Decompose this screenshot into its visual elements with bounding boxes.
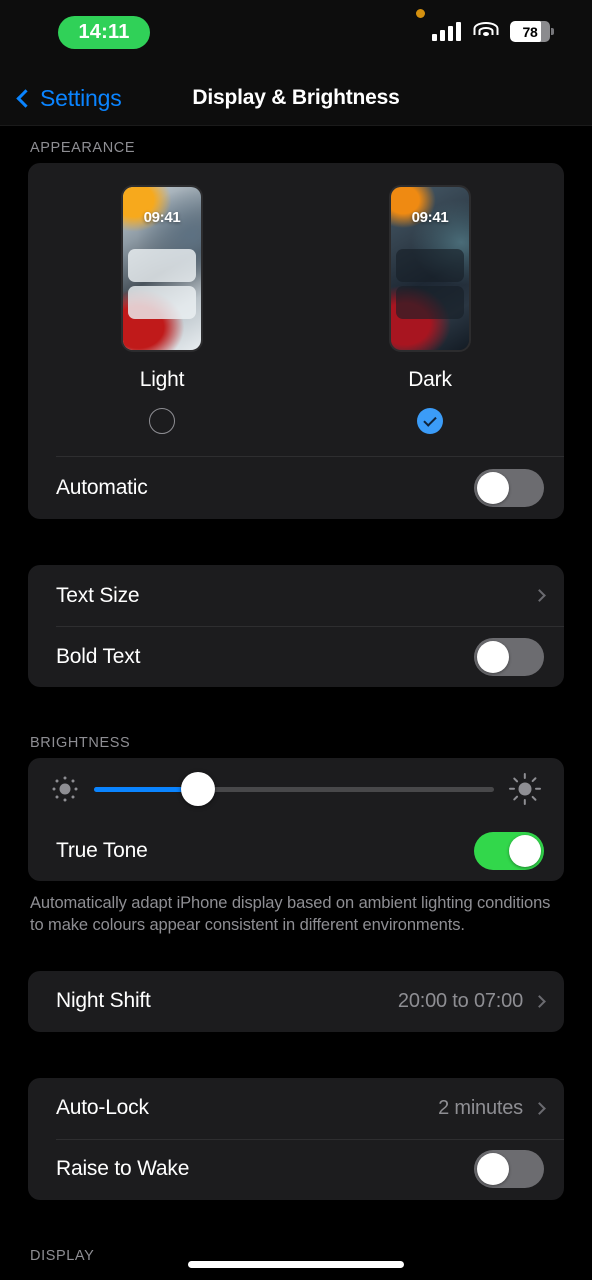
row-true-tone[interactable]: True Tone [28, 820, 564, 881]
automatic-toggle[interactable] [474, 468, 544, 507]
checkmark-icon [423, 412, 437, 427]
preview-notification-card [128, 249, 196, 282]
bold-text-label: Bold Text [56, 644, 141, 668]
row-night-shift[interactable]: Night Shift 20:00 to 07:00 [28, 971, 564, 1032]
sun-small-icon [50, 774, 80, 804]
row-text-size[interactable]: Text Size [28, 565, 564, 626]
chevron-right-icon [533, 994, 546, 1008]
light-radio-button[interactable] [149, 408, 175, 434]
preview-notification-card [396, 249, 464, 282]
raise-to-wake-toggle[interactable] [474, 1150, 544, 1189]
raise-to-wake-label: Raise to Wake [56, 1157, 190, 1181]
row-automatic[interactable]: Automatic [28, 456, 564, 519]
row-bold-text[interactable]: Bold Text [28, 626, 564, 687]
dark-radio-button[interactable] [417, 408, 443, 434]
light-preview-time: 09:41 [143, 209, 181, 226]
settings-list[interactable]: APPEARANCE 09:41 Light 09:41 Dark Automa… [0, 126, 592, 1280]
appearance-card: 09:41 Light 09:41 Dark Automatic [28, 163, 564, 519]
brightness-section-header: BRIGHTNESS [30, 735, 131, 751]
appearance-options: 09:41 Light 09:41 Dark [28, 163, 564, 434]
status-time: 14:11 [78, 21, 130, 43]
brightness-slider-row[interactable] [28, 758, 564, 820]
preview-notification-card [396, 286, 464, 319]
night-shift-value: 20:00 to 07:00 [397, 989, 523, 1012]
status-bar: 14:11 78 [0, 0, 592, 70]
true-tone-toggle[interactable] [474, 831, 544, 870]
bold-text-toggle[interactable] [474, 637, 544, 676]
night-shift-label: Night Shift [56, 989, 151, 1013]
wifi-icon [473, 22, 498, 41]
text-size-label: Text Size [56, 583, 140, 607]
page-title: Display & Brightness [192, 86, 400, 109]
brightness-slider-knob[interactable] [181, 772, 215, 806]
dark-preview-time: 09:41 [411, 209, 449, 226]
brightness-slider-track[interactable] [94, 772, 494, 806]
toggle-knob [477, 640, 509, 673]
row-auto-lock[interactable]: Auto-Lock 2 minutes [28, 1078, 564, 1139]
battery-percent: 78 [522, 23, 538, 40]
brightness-card: True Tone [28, 758, 564, 881]
appearance-option-light[interactable]: 09:41 Light [72, 185, 252, 434]
dark-preview-thumbnail[interactable]: 09:41 [389, 185, 471, 352]
settings-screen: 14:11 78 Settings Display & Brightness A… [0, 0, 592, 1280]
preview-notification-card [128, 286, 196, 319]
true-tone-label: True Tone [56, 838, 148, 862]
toggle-knob [477, 471, 509, 504]
status-time-pill[interactable]: 14:11 [58, 16, 150, 49]
chevron-right-icon [533, 589, 546, 602]
toggle-knob [477, 1153, 509, 1186]
battery-icon: 78 [510, 21, 554, 42]
text-settings-card: Text Size Bold Text [28, 565, 564, 687]
automatic-label: Automatic [56, 475, 148, 499]
nav-bar: Settings Display & Brightness [0, 70, 592, 126]
privacy-indicator-dot [416, 9, 425, 18]
light-preview-thumbnail[interactable]: 09:41 [121, 185, 203, 352]
home-indicator[interactable] [188, 1261, 404, 1268]
cellular-bars-icon [432, 22, 461, 41]
night-shift-card: Night Shift 20:00 to 07:00 [28, 970, 564, 1032]
lock-settings-card: Auto-Lock 2 minutes Raise to Wake [28, 1077, 564, 1200]
chevron-right-icon [533, 1101, 546, 1115]
auto-lock-value: 2 minutes [438, 1096, 523, 1119]
row-raise-to-wake[interactable]: Raise to Wake [28, 1138, 564, 1200]
toggle-knob [509, 834, 541, 867]
status-icons: 78 [432, 21, 554, 42]
dark-option-label: Dark [408, 368, 452, 391]
appearance-section-header: APPEARANCE [30, 140, 136, 156]
true-tone-footnote: Automatically adapt iPhone display based… [30, 894, 551, 934]
sun-large-icon [508, 772, 542, 806]
light-option-label: Light [139, 368, 185, 391]
appearance-option-dark[interactable]: 09:41 Dark [340, 185, 520, 434]
auto-lock-label: Auto-Lock [56, 1096, 149, 1120]
